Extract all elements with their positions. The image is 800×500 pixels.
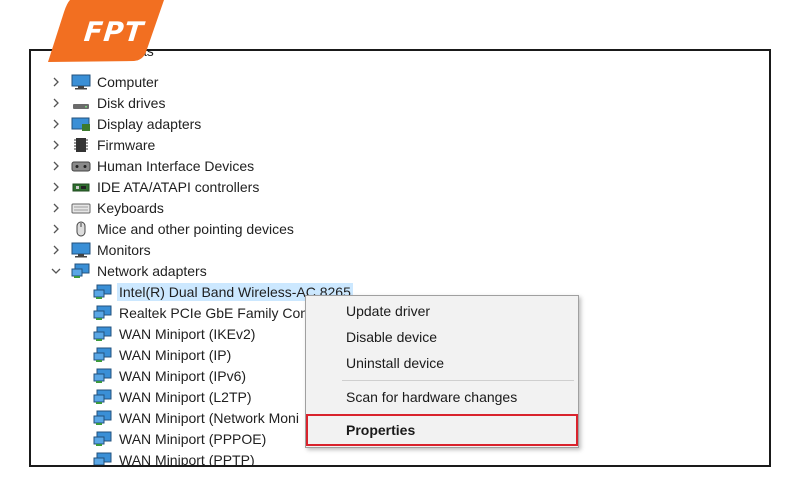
network-adapter-label: WAN Miniport (L2TP)	[119, 388, 252, 405]
hid-icon	[71, 158, 91, 174]
network-adapter-item[interactable]: WAN Miniport (IP)	[93, 344, 231, 365]
network-adapter-item[interactable]: WAN Miniport (IKEv2)	[93, 323, 255, 344]
network-adapter-label: WAN Miniport (Network Moni	[119, 409, 299, 426]
ide-controller-icon	[71, 179, 91, 195]
chevron-right-icon[interactable]	[51, 140, 61, 150]
network-adapter-icon	[93, 410, 113, 426]
chevron-right-icon[interactable]	[51, 161, 61, 171]
menu-item-properties[interactable]: Properties	[306, 414, 578, 446]
monitor-icon	[71, 242, 91, 258]
menu-item-scan-hardware-changes[interactable]: Scan for hardware changes	[306, 384, 578, 410]
network-adapter-label: WAN Miniport (IKEv2)	[119, 325, 256, 342]
tree-category-keyboards[interactable]: Keyboards	[51, 197, 164, 218]
menu-item-label: Scan for hardware changes	[346, 389, 518, 405]
menu-separator	[342, 380, 574, 381]
tree-category-label: Computer	[97, 73, 159, 90]
mouse-icon	[71, 221, 91, 237]
network-adapter-label: Realtek PCIe GbE Family Contr	[119, 304, 317, 321]
tree-category-label: Disk drives	[97, 94, 166, 111]
network-adapter-item[interactable]: WAN Miniport (PPPOE)	[93, 428, 266, 449]
tree-category-label: Monitors	[97, 241, 151, 258]
tree-category-label: Mice and other pointing devices	[97, 220, 294, 237]
network-adapter-label: WAN Miniport (IP)	[119, 346, 232, 363]
firmware-icon	[71, 137, 91, 153]
network-adapter-item[interactable]: WAN Miniport (L2TP)	[93, 386, 252, 407]
menu-item-disable-device[interactable]: Disable device	[306, 324, 578, 350]
network-adapter-label: WAN Miniport (PPTP)	[119, 451, 255, 467]
keyboard-icon	[71, 200, 91, 216]
tree-category-firmware[interactable]: Firmware	[51, 134, 155, 155]
menu-item-label: Properties	[346, 422, 416, 438]
menu-item-label: Update driver	[346, 303, 431, 319]
network-adapter-icon	[93, 452, 113, 465]
chevron-down-icon[interactable]	[51, 266, 61, 276]
chevron-right-icon[interactable]	[51, 119, 61, 129]
network-adapter-item[interactable]: WAN Miniport (PPTP)	[93, 449, 255, 467]
network-adapter-icon	[93, 431, 113, 447]
computer-icon	[71, 74, 91, 90]
context-menu: Update driver Disable device Uninstall d…	[305, 295, 579, 448]
network-adapter-icon	[93, 389, 113, 405]
tree-category-label: IDE ATA/ATAPI controllers	[97, 178, 260, 195]
chevron-right-icon[interactable]	[51, 245, 61, 255]
network-adapter-label: WAN Miniport (IPv6)	[119, 367, 247, 384]
tree-category-label: Human Interface Devices	[97, 157, 255, 174]
tree-category-ide-controllers[interactable]: IDE ATA/ATAPI controllers	[51, 176, 259, 197]
network-adapter-item[interactable]: Realtek PCIe GbE Family Contr	[93, 302, 317, 323]
network-adapter-item[interactable]: WAN Miniport (IPv6)	[93, 365, 246, 386]
tree-category-computer[interactable]: Computer	[51, 71, 158, 92]
chevron-right-icon[interactable]	[51, 182, 61, 192]
network-adapter-icon	[71, 263, 91, 279]
fpt-logo: FPT	[48, 0, 164, 62]
tree-category-network-adapters[interactable]: Network adapters	[51, 260, 207, 281]
menu-item-label: Uninstall device	[346, 355, 445, 371]
menu-item-uninstall-device[interactable]: Uninstall device	[306, 350, 578, 376]
tree-category-mice[interactable]: Mice and other pointing devices	[51, 218, 294, 239]
tree-category-monitors[interactable]: Monitors	[51, 239, 151, 260]
network-adapter-icon	[93, 305, 113, 321]
network-adapter-icon	[93, 347, 113, 363]
network-adapter-icon	[93, 368, 113, 384]
chevron-right-icon[interactable]	[51, 203, 61, 213]
tree-category-human-interface-devices[interactable]: Human Interface Devices	[51, 155, 254, 176]
chevron-right-icon[interactable]	[51, 224, 61, 234]
tree-category-label: Keyboards	[97, 199, 164, 216]
display-adapter-icon	[71, 116, 91, 132]
menu-item-label: Disable device	[346, 329, 438, 345]
disk-drive-icon	[71, 95, 91, 111]
network-adapter-icon	[93, 284, 113, 300]
network-adapter-label: WAN Miniport (PPPOE)	[119, 430, 267, 447]
tree-category-label: Network adapters	[97, 262, 207, 279]
fpt-logo-text: FPT	[82, 17, 146, 48]
tree-category-display-adapters[interactable]: Display adapters	[51, 113, 201, 134]
chevron-right-icon[interactable]	[51, 77, 61, 87]
chevron-right-icon[interactable]	[51, 98, 61, 108]
tree-category-label: Firmware	[97, 136, 156, 153]
menu-item-update-driver[interactable]: Update driver	[306, 298, 578, 324]
tree-category-label: Display adapters	[97, 115, 202, 132]
network-adapter-item[interactable]: WAN Miniport (Network Moni	[93, 407, 299, 428]
network-adapter-icon	[93, 326, 113, 342]
tree-category-disk-drives[interactable]: Disk drives	[51, 92, 165, 113]
